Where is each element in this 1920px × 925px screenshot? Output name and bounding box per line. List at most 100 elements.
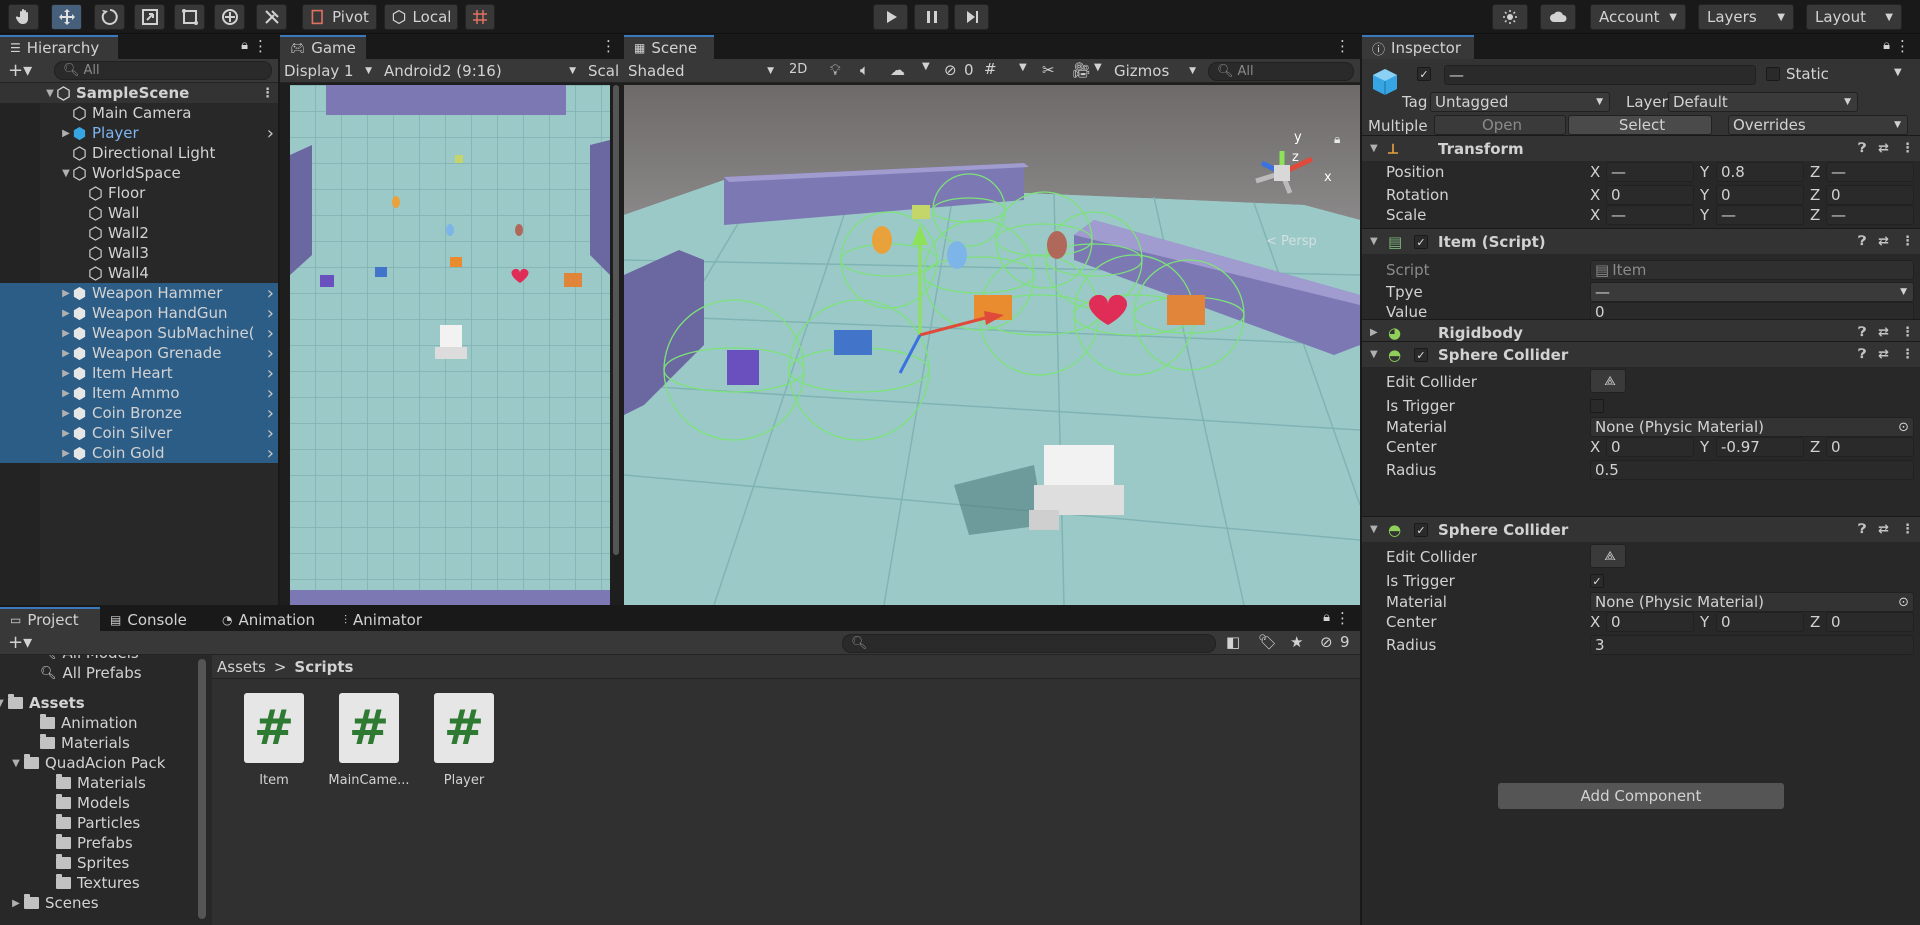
active-checkbox[interactable]: ✓	[1417, 67, 1431, 81]
hierarchy-item[interactable]: Directional Light	[0, 143, 278, 163]
lock-icon[interactable]: 🔒︎	[1334, 132, 1340, 146]
project-tree-item[interactable]: Animation	[40, 713, 137, 733]
hierarchy-item[interactable]: ▶ Item Ammo ›	[0, 383, 278, 404]
hierarchy-item[interactable]: Wall2	[0, 223, 278, 243]
project-tree-item[interactable]: Sprites	[56, 853, 129, 873]
open-prefab-arrow-icon[interactable]: ›	[267, 363, 274, 384]
cloud-button[interactable]	[1540, 4, 1576, 30]
material-field[interactable]: None (Physic Material) ⊙	[1590, 592, 1914, 612]
component-enabled-checkbox[interactable]: ✓	[1414, 348, 1428, 362]
persp-label[interactable]: < Persp	[1266, 234, 1317, 249]
tab-hierarchy[interactable]: ☰ Hierarchy	[0, 35, 118, 59]
custom-tools-button[interactable]	[256, 4, 287, 30]
open-prefab-arrow-icon[interactable]: ›	[267, 283, 274, 304]
lighting-icon[interactable]: 💡︎	[830, 61, 841, 79]
tab-inspector[interactable]: ⓘ Inspector	[1362, 35, 1474, 59]
preset-icon[interactable]: ⇄	[1878, 325, 1889, 340]
play-button[interactable]	[873, 4, 908, 30]
tab-console[interactable]: ▤ Console	[100, 607, 212, 631]
script-asset[interactable]: # Player	[422, 693, 506, 788]
expand-triangle-icon[interactable]: ▶	[60, 428, 72, 439]
breadcrumb-assets[interactable]: Assets	[217, 658, 266, 676]
expand-triangle-icon[interactable]: ▶	[60, 408, 72, 419]
hierarchy-item[interactable]: ▶ Item Heart ›	[0, 363, 278, 384]
help-icon[interactable]: ❓︎	[1858, 347, 1866, 362]
project-tree-item[interactable]: Materials	[56, 773, 146, 793]
expand-triangle-icon[interactable]: ▼	[8, 758, 24, 769]
add-plus-icon[interactable]: +▾	[8, 632, 32, 653]
object-picker-icon[interactable]: ⊙	[1898, 595, 1909, 610]
item-script-header[interactable]: ▼ ▤ ✓ Item (Script) ❓︎ ⇄ ⋮	[1362, 228, 1920, 254]
expand-triangle-icon[interactable]: ▶	[60, 128, 72, 139]
material-field[interactable]: None (Physic Material) ⊙	[1590, 417, 1914, 437]
static-checkbox[interactable]	[1766, 67, 1780, 81]
open-prefab-arrow-icon[interactable]: ›	[267, 343, 274, 364]
project-tree-item[interactable]: Particles	[56, 813, 140, 833]
script-asset[interactable]: # Item	[232, 693, 316, 788]
star-icon[interactable]: ★	[1290, 633, 1303, 651]
tab-scene[interactable]: ▦ Scene	[624, 35, 714, 59]
layout-dropdown[interactable]: Layout ▼	[1806, 4, 1902, 30]
project-tree-item[interactable]: 🔍︎ All Prefabs	[40, 663, 142, 683]
select-prefab-button[interactable]: Select	[1568, 115, 1712, 135]
expand-triangle-icon[interactable]: ▶	[60, 308, 72, 319]
expand-triangle-icon[interactable]: ▶	[8, 898, 24, 909]
open-prefab-arrow-icon[interactable]: ›	[267, 443, 274, 464]
hierarchy-item[interactable]: Wall	[0, 203, 278, 223]
open-prefab-arrow-icon[interactable]: ›	[267, 403, 274, 424]
open-prefab-arrow-icon[interactable]: ›	[267, 303, 274, 324]
collider1-header[interactable]: ▼ ◓ ✓ Sphere Collider ❓︎ ⇄ ⋮	[1362, 341, 1920, 367]
help-icon[interactable]: ❓︎	[1858, 141, 1866, 156]
add-plus-icon[interactable]: +▾	[8, 60, 32, 81]
lock-icon[interactable]: 🔒︎	[1883, 38, 1890, 53]
hand-tool-button[interactable]	[8, 4, 39, 30]
overrides-dropdown[interactable]: Overrides ▼	[1728, 115, 1908, 135]
open-prefab-arrow-icon[interactable]: ›	[267, 323, 274, 344]
collider2-header[interactable]: ▼ ◓ ✓ Sphere Collider ❓︎ ⇄ ⋮	[1362, 516, 1920, 542]
hierarchy-item[interactable]: Floor	[0, 183, 278, 203]
project-search-input[interactable]: 🔍︎	[842, 634, 1216, 653]
expand-triangle-icon[interactable]: ▶	[60, 388, 72, 399]
scene-search-input[interactable]: 🔍︎ All	[1208, 62, 1354, 81]
scene-viewport[interactable]: y x z < Persp 🔒︎	[624, 85, 1360, 605]
expand-triangle-icon[interactable]: ▼	[1370, 524, 1378, 535]
game-viewport[interactable]	[290, 85, 610, 605]
object-name-field[interactable]: —	[1444, 65, 1756, 85]
audio-icon[interactable]: 🔈︎	[860, 61, 869, 79]
breadcrumb-scripts[interactable]: Scripts	[294, 658, 353, 676]
display-dropdown[interactable]: Display 1 ▼	[284, 61, 376, 81]
radius-field[interactable]: 3	[1590, 635, 1914, 655]
services-button[interactable]	[1492, 4, 1528, 30]
object-picker-icon[interactable]: ⊙	[1898, 420, 1909, 435]
visibility-hidden-icon[interactable]: ⊘	[944, 61, 957, 79]
preset-icon[interactable]: ⇄	[1878, 522, 1889, 537]
gizmos-dropdown[interactable]: Gizmos ▼	[1110, 61, 1196, 81]
hierarchy-item[interactable]: ▶ Weapon Hammer ›	[0, 283, 278, 304]
open-prefab-button[interactable]: Open	[1434, 115, 1566, 135]
more-menu-icon[interactable]: ⋮	[1895, 37, 1910, 55]
tab-game[interactable]: 🎮︎ Game	[280, 35, 366, 59]
center-z-field[interactable]: 0	[1826, 437, 1914, 457]
radius-field[interactable]: 0.5	[1590, 460, 1914, 480]
position-x-field[interactable]: —	[1606, 162, 1694, 182]
hierarchy-item[interactable]: ▼ WorldSpace	[0, 163, 278, 183]
scale-y-field[interactable]: —	[1716, 205, 1804, 225]
expand-triangle-icon[interactable]: ▶	[60, 448, 72, 459]
expand-triangle-icon[interactable]: ▶	[60, 368, 72, 379]
hierarchy-item[interactable]: Wall4	[0, 263, 278, 283]
layers-dropdown[interactable]: Layers ▼	[1698, 4, 1794, 30]
project-tree-item[interactable]: ▶ Scenes	[8, 893, 99, 913]
rotation-x-field[interactable]: 0	[1606, 185, 1694, 205]
scale-tool-button[interactable]	[134, 4, 165, 30]
center-y-field[interactable]: -0.97	[1716, 437, 1804, 457]
more-menu-icon[interactable]: ⋮	[601, 37, 616, 55]
visibility-hidden-icon[interactable]: ⊘	[1320, 633, 1333, 651]
more-menu-icon[interactable]: ⋮	[253, 37, 268, 55]
tree-scrollbar[interactable]	[198, 659, 206, 919]
expand-triangle-icon[interactable]: ▼	[1370, 349, 1378, 360]
project-tree-item[interactable]: ▼ QuadAcion Pack	[8, 753, 165, 773]
open-prefab-arrow-icon[interactable]: ›	[267, 123, 274, 144]
edit-collider-button[interactable]: ⟁	[1590, 544, 1626, 568]
chevron-down-icon[interactable]: ▼	[1094, 62, 1102, 73]
script-asset[interactable]: # MainCame...	[327, 693, 411, 788]
